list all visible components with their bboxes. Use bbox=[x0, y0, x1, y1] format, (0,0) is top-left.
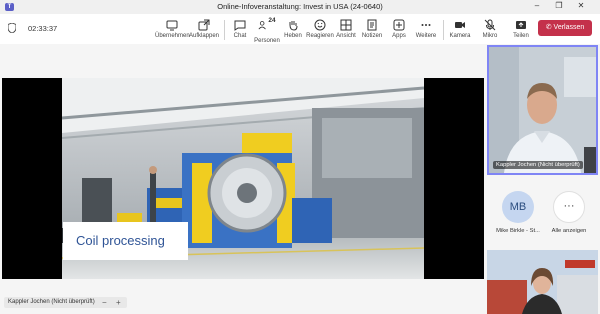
show-all-label: Alle anzeigen bbox=[551, 228, 587, 234]
zoom-controls: − + bbox=[97, 297, 127, 308]
presenter-name-tag: Kappler Jochen (Nicht überprüft) bbox=[4, 297, 99, 308]
speaker-video-tile[interactable]: Kappler Jochen (Nicht überprüft) bbox=[487, 45, 598, 175]
participant-video-tile[interactable] bbox=[487, 250, 598, 314]
slide-title: Coil processing bbox=[76, 233, 165, 248]
people-icon bbox=[258, 21, 267, 30]
notes-icon bbox=[367, 19, 377, 31]
show-all-button[interactable]: ··· bbox=[553, 191, 585, 223]
title-bar: T Online-Infoveranstaltung: Invest in US… bbox=[0, 0, 600, 14]
share-screen-icon bbox=[166, 20, 178, 31]
grid-view-icon bbox=[340, 19, 352, 31]
take-control-button[interactable]: Übernehmen bbox=[155, 17, 190, 43]
more-actions-button[interactable]: Weitere bbox=[409, 17, 443, 43]
chat-icon bbox=[234, 20, 246, 31]
plus-icon bbox=[393, 19, 405, 31]
leave-button[interactable]: ✆ Verlassen bbox=[538, 20, 592, 36]
leave-label: Verlassen bbox=[553, 24, 585, 31]
zoom-out-button[interactable]: − bbox=[102, 297, 107, 308]
smiley-icon bbox=[314, 19, 326, 31]
participant-name: Mike Birkle - St... bbox=[496, 228, 540, 234]
hand-icon bbox=[289, 21, 298, 31]
share-button[interactable]: Teilen bbox=[504, 17, 538, 43]
microphone-label: Mikro bbox=[482, 33, 498, 39]
camera-icon bbox=[455, 22, 465, 28]
more-actions-label: Weitere bbox=[415, 33, 437, 39]
microphone-button[interactable]: Mikro bbox=[473, 17, 507, 43]
share-tray-icon bbox=[516, 21, 526, 29]
pop-out-icon bbox=[198, 19, 210, 31]
speaker-video bbox=[489, 47, 596, 173]
speaker-name-label: Kappler Jochen (Nicht überprüft) bbox=[493, 161, 583, 169]
zoom-in-button[interactable]: + bbox=[116, 297, 121, 308]
avatar[interactable]: MB bbox=[502, 191, 534, 223]
microphone-muted-icon bbox=[484, 19, 496, 31]
window-title: Online-Infoveranstaltung: Invest in USA … bbox=[217, 2, 383, 11]
shield-icon[interactable] bbox=[8, 23, 16, 33]
take-control-label: Übernehmen bbox=[155, 33, 190, 39]
pop-out-label: Aufklappen bbox=[188, 33, 220, 39]
camera-button[interactable]: Kamera bbox=[443, 17, 477, 43]
phone-icon: ✆ bbox=[545, 24, 552, 31]
meeting-toolbar: 02:33:37 Übernehmen Aufklappen Chat 24 P… bbox=[0, 14, 600, 45]
camera-label: Kamera bbox=[449, 33, 471, 39]
pop-out-button[interactable]: Aufklappen bbox=[187, 17, 221, 43]
meeting-timer: 02:33:37 bbox=[28, 24, 58, 33]
maximize-button[interactable]: ❐ bbox=[550, 1, 568, 10]
close-button[interactable]: ✕ bbox=[572, 1, 590, 10]
slide-title-box: Coil processing bbox=[63, 222, 188, 260]
participant-video bbox=[487, 250, 598, 314]
more-dots-icon bbox=[421, 24, 431, 26]
share-label: Teilen bbox=[513, 33, 529, 39]
minimize-button[interactable]: – bbox=[528, 1, 546, 10]
people-count: 24 bbox=[268, 17, 276, 24]
